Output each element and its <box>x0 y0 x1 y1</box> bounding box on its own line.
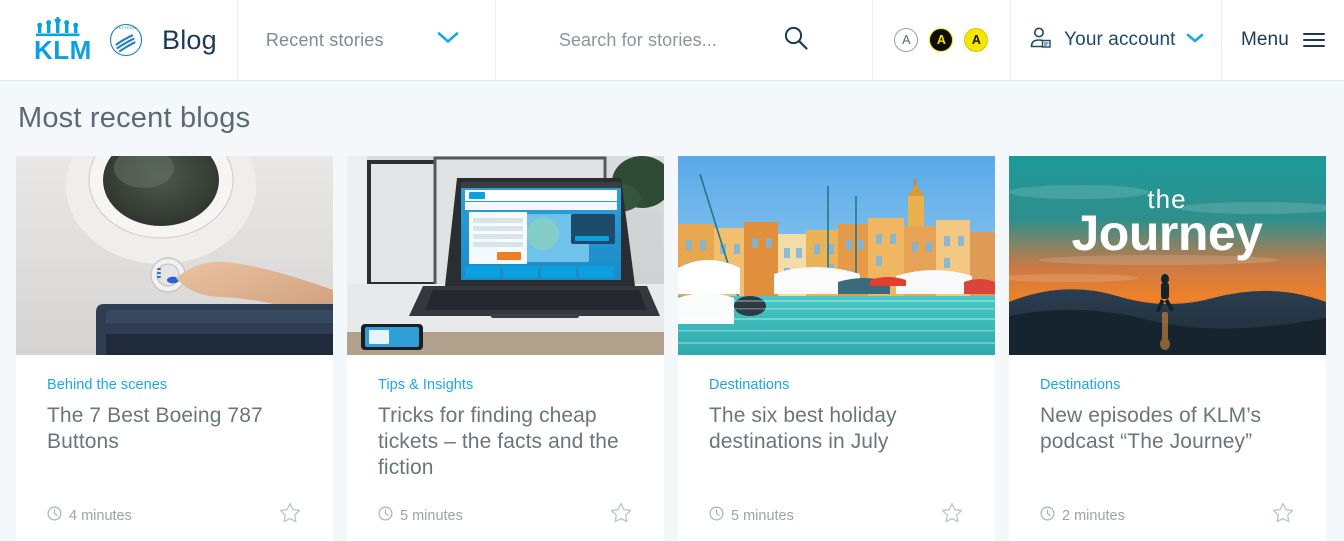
klm-crown-logo-icon: KLM <box>22 17 96 63</box>
card-category[interactable]: Destinations <box>1040 377 1295 393</box>
read-time: 5 minutes <box>709 506 794 525</box>
search-input[interactable] <box>558 29 769 51</box>
read-time: 4 minutes <box>47 506 132 525</box>
search-icon[interactable] <box>783 25 809 56</box>
star-outline-icon[interactable] <box>609 501 633 530</box>
card-image-aircraft-window-button <box>16 156 333 355</box>
card-body: Behind the scenes The 7 Best Boeing 787 … <box>16 355 333 481</box>
recent-stories-label: Recent stories <box>265 29 384 50</box>
card-category[interactable]: Behind the scenes <box>47 377 302 393</box>
card-footer: 5 minutes <box>678 481 995 541</box>
chevron-down-icon <box>437 31 459 50</box>
card-footer: 5 minutes <box>347 481 664 541</box>
card-category[interactable]: Destinations <box>709 377 964 393</box>
card-image-harbour <box>678 156 995 355</box>
main-menu-button[interactable]: Menu <box>1222 0 1344 80</box>
svg-text:SKYTEAM: SKYTEAM <box>116 26 136 30</box>
card-image-the-journey-podcast: the Journey <box>1009 156 1326 355</box>
clock-icon <box>378 506 393 525</box>
star-outline-icon[interactable] <box>278 501 302 530</box>
svg-text:KLM: KLM <box>34 35 92 63</box>
account-menu[interactable]: Your account <box>1011 0 1222 80</box>
clock-icon <box>47 506 62 525</box>
hamburger-menu-icon[interactable] <box>1302 32 1325 48</box>
star-outline-icon[interactable] <box>940 501 964 530</box>
recent-stories-dropdown[interactable]: Recent stories <box>238 0 496 80</box>
contrast-yellow-button[interactable]: A <box>964 28 989 52</box>
site-header: KLM SKYTEAM Blog Recent stories Search f… <box>0 0 1344 81</box>
blog-card[interactable]: Tips & Insights Tricks for finding cheap… <box>347 156 664 541</box>
skyteam-logo-icon: SKYTEAM <box>106 20 146 60</box>
card-body: Destinations New episodes of KLM’s podca… <box>1009 355 1326 481</box>
card-body: Destinations The six best holiday destin… <box>678 355 995 481</box>
clock-icon <box>709 506 724 525</box>
account-label: Your account <box>1064 29 1176 50</box>
contrast-high-button[interactable]: A <box>929 28 954 52</box>
read-time: 2 minutes <box>1040 506 1125 525</box>
card-title: The six best holiday destinations in Jul… <box>709 404 897 453</box>
star-outline-icon[interactable] <box>1271 501 1295 530</box>
svg-text:Journey: Journey <box>1071 205 1263 261</box>
clock-icon <box>1040 506 1055 525</box>
search-container[interactable] <box>496 0 873 80</box>
read-time-label: 4 minutes <box>69 507 132 524</box>
menu-label: Menu <box>1240 29 1289 50</box>
blog-card[interactable]: the Journey Destinations New episodes of… <box>1009 156 1326 541</box>
contrast-normal-button[interactable]: A <box>894 28 919 52</box>
brand-logo-link[interactable]: KLM SKYTEAM Blog <box>0 0 238 80</box>
card-image-laptop-klm-site <box>347 156 664 355</box>
blog-card-grid: Behind the scenes The 7 Best Boeing 787 … <box>0 135 1344 541</box>
chevron-down-icon <box>1186 31 1204 49</box>
read-time-label: 2 minutes <box>1062 507 1125 524</box>
card-category[interactable]: Tips & Insights <box>378 377 633 393</box>
read-time: 5 minutes <box>378 506 463 525</box>
card-footer: 2 minutes <box>1009 481 1326 541</box>
card-title: Tricks for finding cheap tickets – the f… <box>378 404 619 479</box>
accessibility-contrast-controls: A A A <box>873 0 1011 80</box>
card-title: New episodes of KLM’s podcast “The Journ… <box>1040 404 1262 453</box>
user-account-icon <box>1028 25 1054 56</box>
card-footer: 4 minutes <box>16 481 333 541</box>
page-title: Most recent blogs <box>18 102 251 134</box>
read-time-label: 5 minutes <box>400 507 463 524</box>
card-title: The 7 Best Boeing 787 Buttons <box>47 404 263 453</box>
blog-card[interactable]: Destinations The six best holiday destin… <box>678 156 995 541</box>
card-body: Tips & Insights Tricks for finding cheap… <box>347 355 664 481</box>
read-time-label: 5 minutes <box>731 507 794 524</box>
blog-card[interactable]: Behind the scenes The 7 Best Boeing 787 … <box>16 156 333 541</box>
blog-title: Blog <box>162 24 217 55</box>
